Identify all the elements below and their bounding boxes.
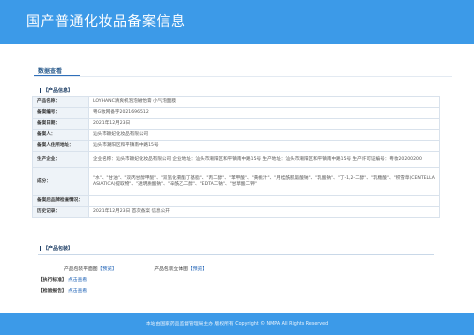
info-key: 备案人： (32, 129, 89, 141)
info-value: 粤G妆网备字2021696512 (88, 107, 440, 119)
section-divider (38, 254, 434, 255)
section-report-label: 【检验报告】 (38, 289, 67, 294)
info-key: 备案人住所地址： (32, 140, 89, 152)
product-info-table: 产品名称： LOYHANC清爽机泡泡磁怡膏 小气泡面膜 备案编号： 粤G妆网备字202… (32, 96, 440, 218)
info-row: 成分： "水"、"甘油"、"双丙甘醇甲醚"、"双氢化菊酯丁基脂"、"丙二醇"、"苯… (32, 167, 440, 196)
site-footer: 本站由国家药品监督管理局主办 版权所有 Copyright © NMPA All… (0, 313, 474, 335)
package-images-row: 产品包装平面图【预览】 产品包装立体图【预览】 (64, 265, 217, 272)
info-row: 历史记录： 2021年12月23日 首次备案 信息公开 (32, 206, 440, 218)
info-value: 2021年12月23日 (88, 118, 440, 130)
package-stereo-label: 产品包装立体图 (154, 267, 188, 272)
info-row: 备案日期： 2021年12月23日 (32, 118, 440, 130)
tab-divider (34, 76, 452, 77)
report-view-link[interactable]: 点击查看 (68, 287, 87, 294)
info-value: 企业名称：汕头市颖妃化妆品有限公司 企业地址：汕头市潮阳区和平镇南中路15号 生… (88, 151, 440, 168)
info-row: 产品名称： LOYHANC清爽机泡泡磁怡膏 小气泡面膜 (32, 96, 440, 108)
package-stereo-preview-link[interactable]: 【预览】 (188, 267, 207, 272)
section-standard-label: 【执行标准】 (38, 278, 67, 283)
info-key: 备案后品牌检查情况： (32, 195, 89, 207)
info-value: 汕头市潮阳区和平镇南中路15号 (88, 140, 440, 152)
info-row: 生产企业： 企业名称：汕头市颖妃化妆品有限公司 企业地址：汕头市潮阳区和平镇南中路… (32, 151, 440, 168)
info-key: 生产企业： (32, 151, 89, 168)
info-value: 汕头市颖妃化妆品有限公司 (88, 129, 440, 141)
site-header: 国产普通化妆品备案信息 (0, 0, 474, 44)
info-value: 2021年12月23日 首次备案 信息公开 (88, 206, 440, 218)
footer-copyright: 本站由国家药品监督管理局主办 版权所有 Copyright © NMPA All… (145, 322, 329, 327)
package-front-label: 产品包装平面图 (64, 267, 98, 272)
info-value: "水"、"甘油"、"双丙甘醇甲醚"、"双氢化菊酯丁基脂"、"丙二醇"、"苯甲酸"… (88, 167, 440, 196)
site-title: 国产普通化妆品备案信息 (26, 14, 186, 30)
info-key: 成分： (32, 167, 89, 196)
section-product-info: 【产品信息】 (38, 86, 73, 96)
section-bar-icon (40, 88, 41, 93)
package-front-preview-link[interactable]: 【预览】 (98, 267, 117, 272)
section-package: 【产品包装】 (38, 244, 73, 254)
info-key: 备案编号： (32, 107, 89, 119)
info-row: 备案后品牌检查情况： (32, 195, 440, 207)
standard-view-link[interactable]: 点击查看 (68, 276, 87, 283)
info-key: 产品名称： (32, 96, 89, 108)
info-key: 历史记录： (32, 206, 89, 218)
info-row: 备案人： 汕头市颖妃化妆品有限公司 (32, 129, 440, 141)
section-package-label: 【产品包装】 (43, 246, 74, 252)
info-key: 备案日期： (32, 118, 89, 130)
info-value: LOYHANC清爽机泡泡磁怡膏 小气泡面膜 (88, 96, 440, 108)
info-value (88, 195, 440, 207)
section-bar-icon (40, 246, 41, 251)
info-row: 备案编号： 粤G妆网备字2021696512 (32, 107, 440, 119)
tab-data-view[interactable]: 数据查看 (38, 66, 62, 75)
info-row: 备案人住所地址： 汕头市潮阳区和平镇南中路15号 (32, 140, 440, 152)
section-product-label: 【产品信息】 (43, 88, 74, 94)
